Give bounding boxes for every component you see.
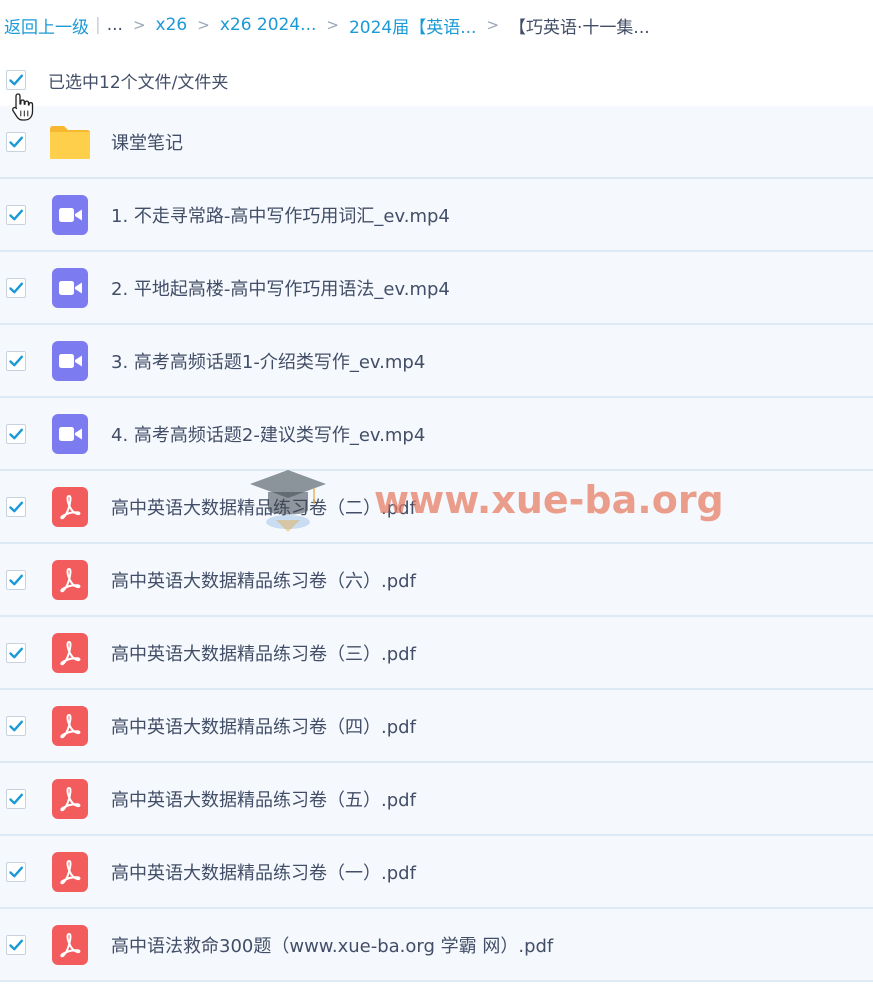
breadcrumb-divider: |	[95, 15, 101, 35]
checkmark-icon	[9, 136, 23, 148]
file-browser-page: 返回上一级 | ... > x26 > x26 2024... > 2024届【…	[0, 0, 873, 1000]
pdf-icon	[48, 485, 92, 529]
file-checkbox[interactable]	[6, 351, 26, 371]
chevron-right-icon: >	[326, 16, 339, 34]
chevron-right-icon: >	[132, 16, 146, 34]
video-icon	[48, 339, 92, 383]
pdf-icon	[48, 923, 92, 967]
file-name[interactable]: 高中英语大数据精品练习卷（五）.pdf	[111, 786, 416, 812]
pdf-icon	[48, 850, 92, 894]
file-row[interactable]: 4. 高考高频话题2-建议类写作_ev.mp4	[0, 398, 873, 471]
file-checkbox[interactable]	[6, 205, 26, 225]
chevron-right-icon: >	[197, 16, 210, 34]
folder-icon	[48, 120, 92, 164]
file-checkbox[interactable]	[6, 935, 26, 955]
file-checkbox[interactable]	[6, 497, 26, 517]
file-name[interactable]: 高中英语大数据精品练习卷（六）.pdf	[111, 567, 416, 593]
back-link[interactable]: 返回上一级	[4, 13, 89, 38]
breadcrumb-current: 【巧英语·十一集...	[509, 17, 650, 38]
checkmark-icon	[9, 428, 23, 440]
breadcrumb-ellipsis[interactable]: ...	[107, 15, 123, 35]
file-checkbox[interactable]	[6, 570, 26, 590]
pdf-icon	[48, 631, 92, 675]
file-name[interactable]: 2. 平地起高楼-高中写作巧用语法_ev.mp4	[111, 275, 450, 301]
select-all-checkbox[interactable]	[6, 70, 26, 90]
file-row[interactable]: 高中英语大数据精品练习卷（一）.pdf	[0, 836, 873, 909]
file-row[interactable]: 1. 不走寻常路-高中写作巧用词汇_ev.mp4	[0, 179, 873, 252]
file-name[interactable]: 高中英语大数据精品练习卷（一）.pdf	[111, 859, 416, 885]
file-row[interactable]: 高中英语大数据精品练习卷（二）.pdf	[0, 471, 873, 544]
file-row[interactable]: 3. 高考高频话题1-介绍类写作_ev.mp4	[0, 325, 873, 398]
file-name[interactable]: 3. 高考高频话题1-介绍类写作_ev.mp4	[111, 348, 425, 374]
file-checkbox[interactable]	[6, 789, 26, 809]
file-checkbox[interactable]	[6, 643, 26, 663]
file-row[interactable]: 课堂笔记	[0, 106, 873, 179]
file-checkbox[interactable]	[6, 278, 26, 298]
selection-count-label: 已选中12个文件/文件夹	[48, 72, 229, 93]
breadcrumb: 返回上一级 | ... > x26 > x26 2024... > 2024届【…	[4, 10, 650, 40]
checkmark-icon	[9, 793, 23, 805]
file-row[interactable]: 高中语法救命300题（www.xue-ba.org 学霸 网）.pdf	[0, 909, 873, 982]
file-checkbox[interactable]	[6, 132, 26, 152]
chevron-right-icon: >	[486, 16, 500, 34]
video-icon	[48, 193, 92, 237]
breadcrumb-item-x26-2024[interactable]: x26 2024...	[220, 15, 317, 35]
checkmark-icon	[9, 574, 23, 586]
file-name[interactable]: 高中英语大数据精品练习卷（三）.pdf	[111, 640, 416, 666]
hand-pointer-icon	[12, 93, 34, 121]
file-name[interactable]: 高中英语大数据精品练习卷（四）.pdf	[111, 713, 416, 739]
file-name[interactable]: 高中英语大数据精品练习卷（二）.pdf	[111, 494, 416, 520]
checkmark-icon	[9, 355, 23, 367]
checkmark-icon	[9, 501, 23, 513]
selection-header: 已选中12个文件/文件夹	[0, 58, 873, 102]
checkmark-icon	[9, 720, 23, 732]
breadcrumb-item-2024-english[interactable]: 2024届【英语...	[349, 13, 476, 38]
file-row[interactable]: 2. 平地起高楼-高中写作巧用语法_ev.mp4	[0, 252, 873, 325]
file-row[interactable]: 高中英语大数据精品练习卷（六）.pdf	[0, 544, 873, 617]
checkmark-icon	[9, 74, 23, 86]
file-name[interactable]: 高中语法救命300题（www.xue-ba.org 学霸 网）.pdf	[111, 932, 553, 958]
pdf-icon	[48, 704, 92, 748]
video-icon	[48, 412, 92, 456]
checkmark-icon	[9, 647, 23, 659]
breadcrumb-item-x26[interactable]: x26	[156, 15, 188, 35]
file-checkbox[interactable]	[6, 862, 26, 882]
file-name[interactable]: 4. 高考高频话题2-建议类写作_ev.mp4	[111, 421, 425, 447]
checkmark-icon	[9, 282, 23, 294]
file-row[interactable]: 高中英语大数据精品练习卷（四）.pdf	[0, 690, 873, 763]
checkmark-icon	[9, 939, 23, 951]
pdf-icon	[48, 558, 92, 602]
file-name[interactable]: 课堂笔记	[111, 129, 183, 155]
file-row[interactable]: 高中英语大数据精品练习卷（五）.pdf	[0, 763, 873, 836]
file-list: 课堂笔记 1. 不走寻常路-高中写作巧用词汇_ev.mp4 2. 平地起高楼-高…	[0, 106, 873, 982]
file-name[interactable]: 1. 不走寻常路-高中写作巧用词汇_ev.mp4	[111, 202, 450, 228]
file-checkbox[interactable]	[6, 424, 26, 444]
video-icon	[48, 266, 92, 310]
pdf-icon	[48, 777, 92, 821]
checkmark-icon	[9, 209, 23, 221]
file-checkbox[interactable]	[6, 716, 26, 736]
checkmark-icon	[9, 866, 23, 878]
file-row[interactable]: 高中英语大数据精品练习卷（三）.pdf	[0, 617, 873, 690]
